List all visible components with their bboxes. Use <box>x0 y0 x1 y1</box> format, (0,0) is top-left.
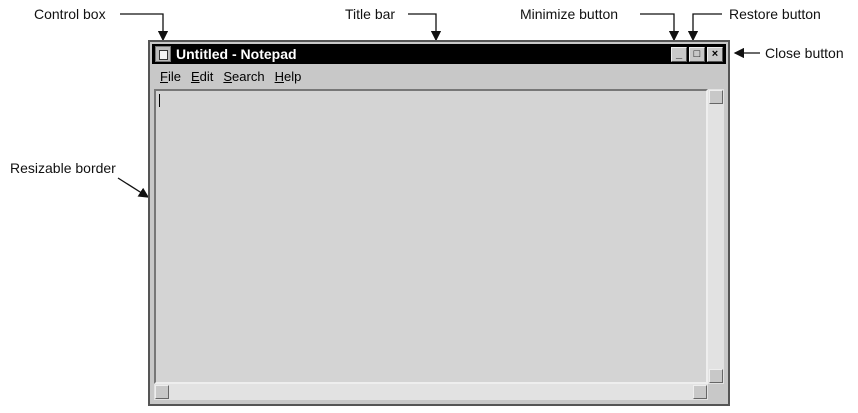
arrow-title-bar <box>408 13 442 42</box>
title-bar[interactable]: Untitled - Notepad _ □ × <box>152 44 726 64</box>
menu-help[interactable]: Help <box>275 69 302 84</box>
callout-title-bar: Title bar <box>345 6 396 22</box>
text-caret <box>159 94 160 107</box>
control-box-icon[interactable] <box>155 46 171 62</box>
scroll-down-button[interactable] <box>709 369 723 383</box>
notepad-window[interactable]: Untitled - Notepad _ □ × File Edit Searc… <box>148 40 730 406</box>
text-editing-area[interactable] <box>154 89 708 384</box>
callout-resizable-border: Resizable border <box>10 160 116 176</box>
callout-minimize-button: Minimize button <box>520 6 619 22</box>
horizontal-scrollbar[interactable] <box>154 384 708 400</box>
menu-search[interactable]: Search <box>223 69 264 84</box>
arrow-minimize-button <box>640 13 680 42</box>
arrow-control-box <box>120 13 169 42</box>
arrow-resizable-border <box>117 177 150 198</box>
scroll-left-button[interactable] <box>155 385 169 399</box>
callout-restore-button: Restore button <box>729 6 821 22</box>
scroll-up-button[interactable] <box>709 90 723 104</box>
minimize-button[interactable]: _ <box>671 46 687 62</box>
scroll-right-button[interactable] <box>693 385 707 399</box>
callout-close-button: Close button <box>765 45 844 61</box>
vertical-scrollbar[interactable] <box>708 89 724 384</box>
close-button[interactable]: × <box>707 46 723 62</box>
callout-control-box: Control box <box>34 6 106 22</box>
menu-file[interactable]: File <box>160 69 181 84</box>
menu-edit[interactable]: Edit <box>191 69 213 84</box>
window-title: Untitled - Notepad <box>176 46 297 62</box>
menu-bar: File Edit Search Help <box>152 66 726 86</box>
restore-button[interactable]: □ <box>689 46 705 62</box>
arrow-restore-button <box>687 13 722 42</box>
resize-grip-icon[interactable] <box>708 384 724 400</box>
